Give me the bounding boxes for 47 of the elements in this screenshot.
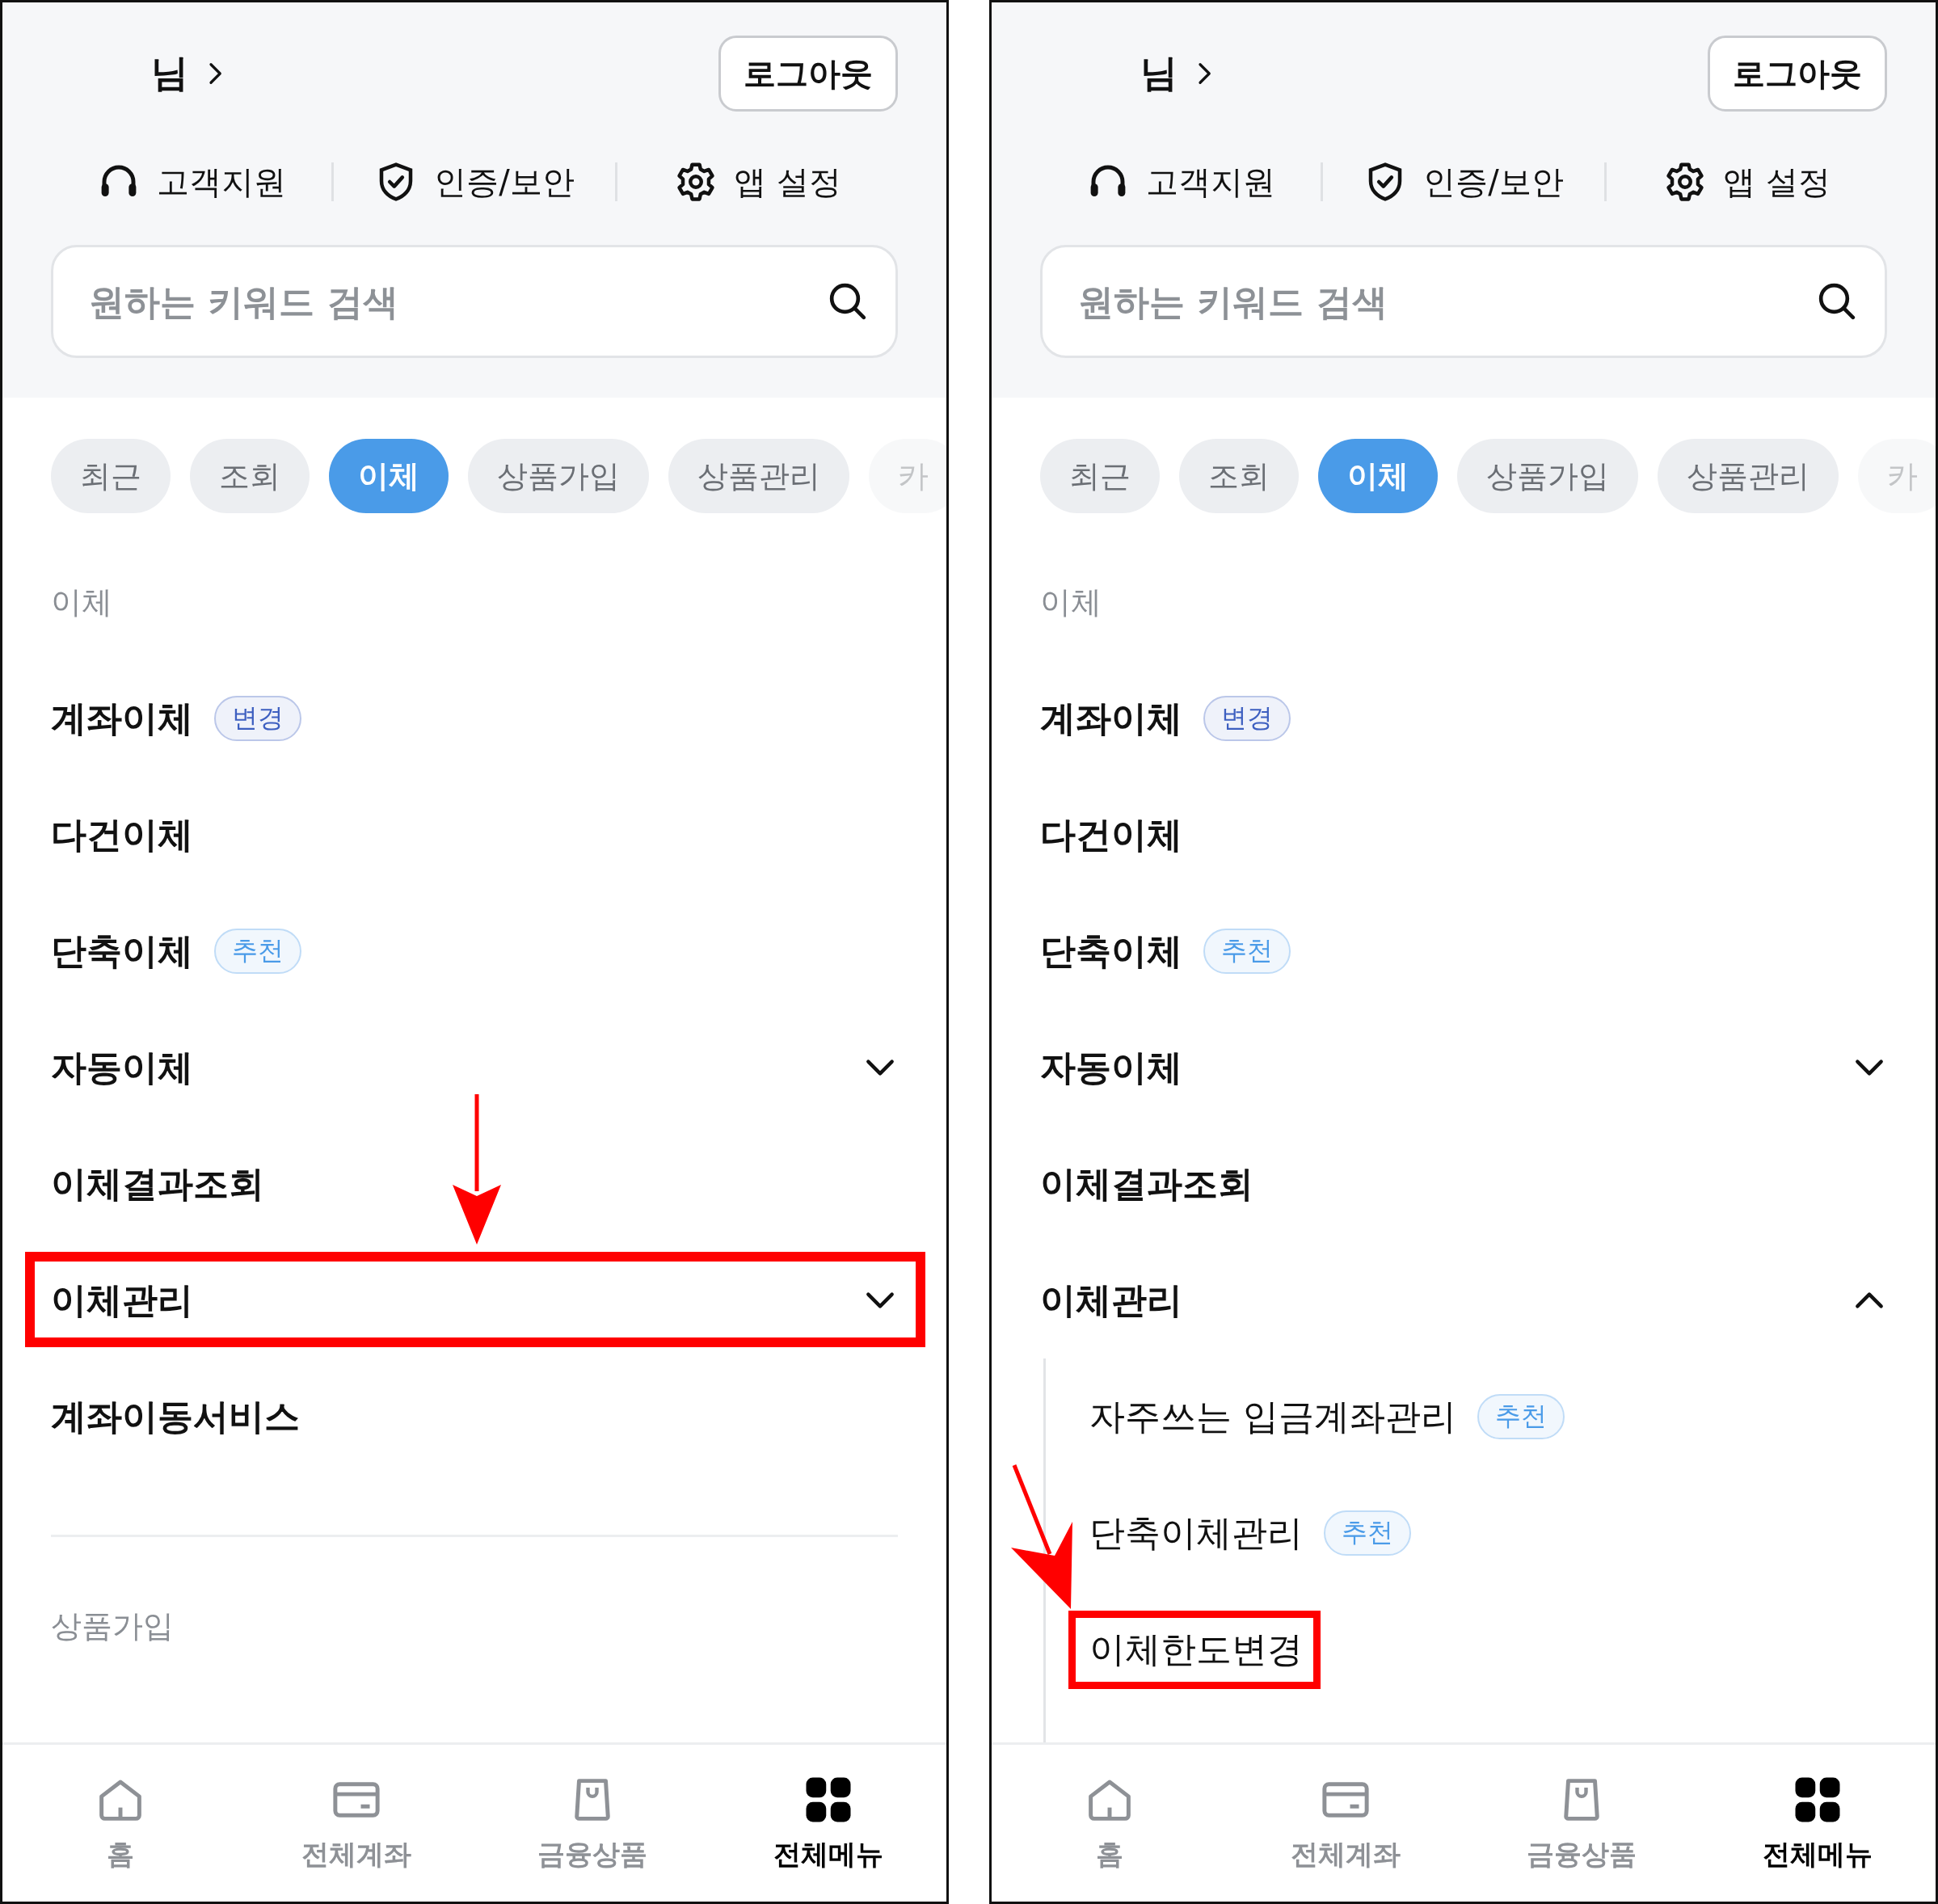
tag-label: 추천 bbox=[1203, 929, 1291, 974]
category-tab[interactable]: 상품관리 bbox=[668, 439, 849, 513]
submenu-item[interactable]: 이체한도변경 bbox=[1089, 1625, 1303, 1674]
nav-tab[interactable]: 전체메뉴 bbox=[710, 1745, 946, 1902]
menu-item[interactable]: 단축이체 bbox=[1040, 927, 1182, 975]
menu-item[interactable]: 이체결과조회 bbox=[1040, 1160, 1253, 1208]
tag-label: 추천 bbox=[1324, 1510, 1411, 1556]
logout-button[interactable]: 로그아웃 bbox=[1708, 36, 1887, 112]
menu-item[interactable]: 이체결과조회 bbox=[51, 1160, 264, 1208]
menu-item[interactable]: 단축이체 bbox=[51, 927, 193, 975]
shortcut-link[interactable]: 앱 설정 bbox=[673, 159, 841, 204]
shortcut-link[interactable]: 앱 설정 bbox=[1662, 159, 1831, 204]
tag-label: 추천 bbox=[214, 929, 301, 974]
search-field[interactable]: 원하는 키워드 검색 bbox=[1040, 245, 1887, 358]
category-tab[interactable]: 상품가입 bbox=[1457, 439, 1638, 513]
logout-button[interactable]: 로그아웃 bbox=[718, 36, 898, 112]
tag-label: 변경 bbox=[214, 696, 301, 741]
shortcut-link[interactable]: 인증/보안 bbox=[374, 159, 575, 204]
menu-item[interactable]: 자동이체 bbox=[51, 1043, 193, 1092]
section-title: 이체 bbox=[1040, 583, 1102, 621]
section-title: 이체 bbox=[51, 583, 112, 621]
shortcut-link[interactable]: 고객지원 bbox=[96, 159, 286, 204]
shortcut-link[interactable]: 인증/보안 bbox=[1363, 159, 1564, 204]
submenu-item[interactable]: 단축이체관리 bbox=[1089, 1509, 1303, 1557]
category-tab[interactable]: 최근 bbox=[51, 439, 171, 513]
tag-label: 추천 bbox=[1477, 1394, 1565, 1439]
nav-tab[interactable]: 전체메뉴 bbox=[1700, 1745, 1936, 1902]
search-field[interactable]: 원하는 키워드 검색 bbox=[51, 245, 898, 358]
category-tab[interactable]: 최근 bbox=[1040, 439, 1160, 513]
menu-item[interactable]: 다건이체 bbox=[51, 811, 193, 859]
category-tab[interactable]: 상품가입 bbox=[468, 439, 649, 513]
menu-item[interactable]: 이체관리 bbox=[1040, 1276, 1182, 1325]
category-tab[interactable]: 조회 bbox=[190, 439, 310, 513]
menu-item[interactable]: 이체관리 bbox=[51, 1276, 193, 1325]
menu-item[interactable]: 계좌이체 bbox=[51, 694, 193, 743]
menu-item[interactable]: 계좌이동서비스 bbox=[51, 1392, 300, 1441]
submenu-item[interactable]: 자주쓰는 입금계좌관리 bbox=[1089, 1392, 1456, 1441]
menu-item[interactable]: 계좌이체 bbox=[1040, 694, 1182, 743]
profile-link[interactable]: 님 bbox=[151, 48, 227, 99]
shortcut-link[interactable]: 고객지원 bbox=[1085, 159, 1275, 204]
profile-link[interactable]: 님 bbox=[1140, 48, 1216, 99]
tag-label: 변경 bbox=[1203, 696, 1291, 741]
menu-item[interactable]: 다건이체 bbox=[1040, 811, 1182, 859]
section-title: 상품가입 bbox=[51, 1607, 174, 1645]
menu-item[interactable]: 자동이체 bbox=[1040, 1043, 1182, 1092]
category-tab[interactable]: 조회 bbox=[1179, 439, 1299, 513]
category-tab[interactable]: 상품관리 bbox=[1658, 439, 1839, 513]
